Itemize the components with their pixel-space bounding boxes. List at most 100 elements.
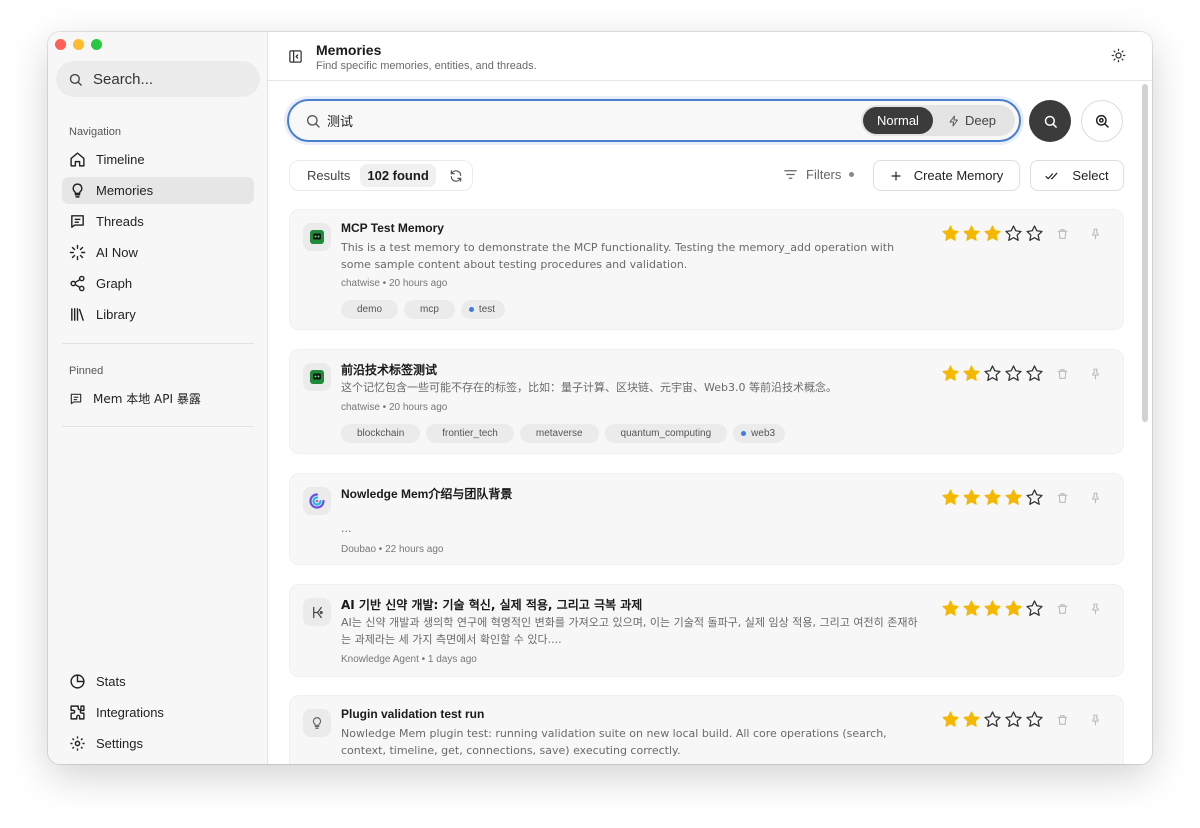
sidebar-item-threads[interactable]: Threads bbox=[62, 208, 254, 235]
create-memory-button[interactable]: Create Memory bbox=[873, 160, 1020, 191]
star-filled-icon[interactable] bbox=[941, 224, 960, 243]
star-filled-icon[interactable] bbox=[962, 710, 981, 729]
tag[interactable]: test bbox=[460, 300, 506, 319]
mode-normal-button[interactable]: Normal bbox=[863, 107, 933, 134]
memory-card[interactable]: 前沿技术标签测试 这个记忆包含一些可能不存在的标签，比如：量子计算、区块链、元宇… bbox=[289, 349, 1124, 454]
memory-title[interactable]: 前沿技术标签测试 bbox=[341, 361, 437, 378]
sidebar-search[interactable]: Search... bbox=[56, 61, 260, 97]
star-empty-icon[interactable] bbox=[1025, 488, 1044, 507]
star-empty-icon[interactable] bbox=[983, 710, 1002, 729]
sidebar-item-library[interactable]: Library bbox=[62, 301, 254, 328]
sidebar-search-label: Search... bbox=[93, 70, 154, 88]
sidebar-item-integrations[interactable]: Integrations bbox=[62, 699, 254, 726]
memory-title[interactable]: Nowledge Mem介绍与团队背景 bbox=[341, 485, 512, 502]
sidebar-item-ai-now[interactable]: AI Now bbox=[62, 239, 254, 266]
star-empty-icon[interactable] bbox=[1025, 224, 1044, 243]
select-button[interactable]: Select bbox=[1030, 160, 1124, 191]
memory-card[interactable]: AI 기반 신약 개발: 기술 혁신, 실제 적용, 그리고 극복 과제 AI는… bbox=[289, 584, 1124, 677]
minimize-window-button[interactable] bbox=[73, 39, 84, 50]
star-empty-icon[interactable] bbox=[1025, 364, 1044, 383]
advanced-search-button[interactable] bbox=[1081, 100, 1123, 142]
star-filled-icon[interactable] bbox=[941, 599, 960, 618]
star-empty-icon[interactable] bbox=[1025, 599, 1044, 618]
memory-card[interactable]: MCP Test Memory This is a test memory to… bbox=[289, 209, 1124, 330]
sidebar-item-graph[interactable]: Graph bbox=[62, 270, 254, 297]
star-filled-icon[interactable] bbox=[941, 710, 960, 729]
sidebar-item-settings[interactable]: Settings bbox=[62, 730, 254, 757]
star-filled-icon[interactable] bbox=[983, 488, 1002, 507]
tag[interactable]: frontier_tech bbox=[426, 424, 514, 443]
memory-search-input[interactable] bbox=[327, 109, 827, 132]
star-filled-icon[interactable] bbox=[983, 224, 1002, 243]
tag[interactable]: mcp bbox=[404, 300, 455, 319]
star-rating[interactable] bbox=[941, 364, 1044, 383]
sidebar-item-memories[interactable]: Memories bbox=[62, 177, 254, 204]
memory-tags: blockchain frontier_tech metaverse quant… bbox=[341, 424, 786, 443]
sidebar-item-label: Graph bbox=[96, 276, 133, 291]
star-filled-icon[interactable] bbox=[962, 224, 981, 243]
memory-content: ... bbox=[341, 522, 352, 535]
star-filled-icon[interactable] bbox=[941, 364, 960, 383]
refresh-icon[interactable] bbox=[449, 169, 463, 183]
pin-icon[interactable] bbox=[1089, 227, 1102, 241]
tag[interactable]: quantum_computing bbox=[604, 424, 728, 443]
star-rating[interactable] bbox=[941, 599, 1044, 618]
trash-icon[interactable] bbox=[1056, 713, 1069, 727]
trash-icon[interactable] bbox=[1056, 227, 1069, 241]
mode-deep-button[interactable]: Deep bbox=[933, 107, 1011, 134]
star-rating[interactable] bbox=[941, 710, 1044, 729]
pinned-item-label: Mem 本地 API 暴露 bbox=[93, 392, 201, 406]
sidebar-item-timeline[interactable]: Timeline bbox=[62, 146, 254, 173]
tag-label: quantum_computing bbox=[620, 428, 712, 439]
sidebar-toggle-icon[interactable] bbox=[288, 49, 303, 64]
memory-title[interactable]: MCP Test Memory bbox=[341, 221, 444, 235]
library-icon bbox=[71, 308, 84, 321]
trash-icon[interactable] bbox=[1056, 367, 1069, 381]
sidebar-item-stats[interactable]: Stats bbox=[62, 668, 254, 695]
search-icon bbox=[1044, 115, 1057, 128]
tag[interactable]: metaverse bbox=[519, 424, 599, 443]
star-empty-icon[interactable] bbox=[1004, 710, 1023, 729]
tag-label: mcp bbox=[420, 304, 439, 315]
star-filled-icon[interactable] bbox=[983, 599, 1002, 618]
trash-icon[interactable] bbox=[1056, 602, 1069, 616]
memory-card[interactable]: Plugin validation test run Nowledge Mem … bbox=[289, 695, 1124, 764]
sun-icon[interactable] bbox=[1111, 48, 1126, 63]
star-filled-icon[interactable] bbox=[1004, 488, 1023, 507]
close-window-button[interactable] bbox=[55, 39, 66, 50]
star-filled-icon[interactable] bbox=[962, 599, 981, 618]
star-rating[interactable] bbox=[941, 224, 1044, 243]
memory-content: 这个记忆包含一些可能不存在的标签，比如：量子计算、区块链、元宇宙、Web3.0 … bbox=[341, 381, 837, 394]
star-filled-icon[interactable] bbox=[962, 364, 981, 383]
memory-title[interactable]: Plugin validation test run bbox=[341, 707, 484, 721]
star-rating[interactable] bbox=[941, 488, 1044, 507]
tag[interactable]: web3 bbox=[733, 424, 786, 443]
memory-title[interactable]: AI 기반 신약 개발: 기술 혁신, 실제 적용, 그리고 극복 과제 bbox=[341, 596, 642, 613]
plus-icon bbox=[891, 170, 901, 181]
maximize-window-button[interactable] bbox=[91, 39, 102, 50]
pinned-item-mem-api[interactable]: Mem 本地 API 暴露 bbox=[62, 385, 254, 412]
star-filled-icon[interactable] bbox=[941, 488, 960, 507]
star-empty-icon[interactable] bbox=[983, 364, 1002, 383]
pin-icon[interactable] bbox=[1089, 602, 1102, 616]
star-filled-icon[interactable] bbox=[1004, 599, 1023, 618]
star-filled-icon[interactable] bbox=[962, 488, 981, 507]
memory-card[interactable]: Nowledge Mem介绍与团队背景 ... Doubao • 22 hour… bbox=[289, 473, 1124, 565]
pin-icon[interactable] bbox=[1089, 713, 1102, 727]
tag[interactable]: blockchain bbox=[341, 424, 421, 443]
search-button[interactable] bbox=[1029, 100, 1071, 142]
pin-icon[interactable] bbox=[1089, 367, 1102, 381]
sidebar-item-label: Timeline bbox=[96, 152, 145, 167]
star-empty-icon[interactable] bbox=[1004, 364, 1023, 383]
search-mode-toggle[interactable]: Normal Deep bbox=[861, 105, 1015, 136]
star-empty-icon[interactable] bbox=[1004, 224, 1023, 243]
trash-icon[interactable] bbox=[1056, 491, 1069, 505]
lightning-icon bbox=[949, 115, 958, 126]
pin-icon[interactable] bbox=[1089, 491, 1102, 505]
filters-button[interactable]: Filters bbox=[783, 167, 855, 182]
tag[interactable]: demo bbox=[341, 300, 399, 319]
star-empty-icon[interactable] bbox=[1025, 710, 1044, 729]
memory-search-bar[interactable]: Normal Deep bbox=[287, 99, 1021, 142]
scrollbar[interactable] bbox=[1142, 84, 1148, 422]
results-label: Results bbox=[307, 168, 351, 183]
